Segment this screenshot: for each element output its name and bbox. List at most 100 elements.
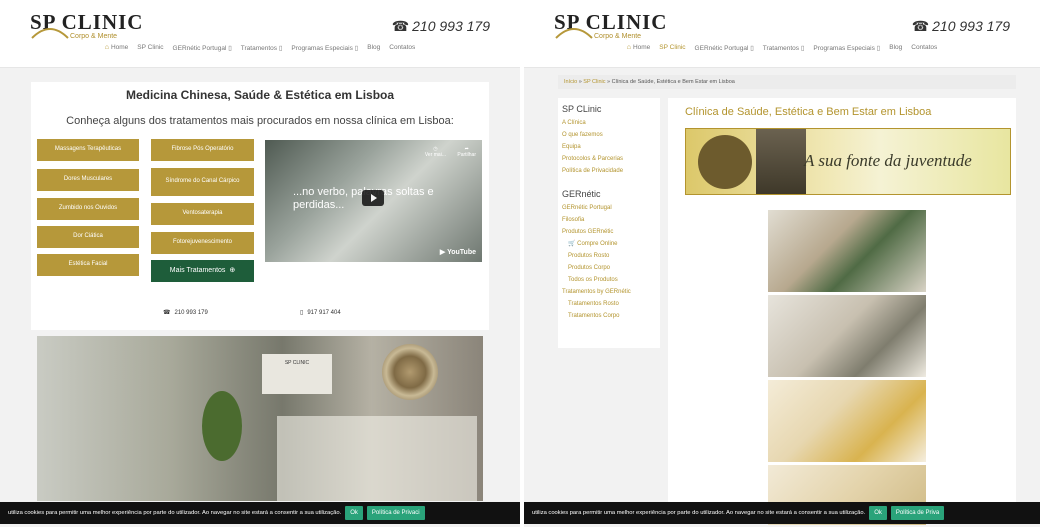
breadcrumb-home[interactable]: Início bbox=[564, 79, 577, 85]
mandala-decoration bbox=[382, 344, 438, 400]
gallery-image[interactable] bbox=[768, 210, 926, 292]
logo[interactable]: SP CLINIC Corpo & Mente bbox=[30, 10, 150, 44]
main-nav: ⌂ Home SP Clinic GERnétic Portugal ▯ Trat… bbox=[0, 44, 520, 52]
share-control[interactable]: ➦ Partilhar bbox=[457, 146, 476, 158]
treatment-button[interactable]: Ventosaterapia bbox=[151, 203, 254, 225]
sidebar-sublink[interactable]: Produtos Corpo bbox=[562, 262, 660, 274]
sidebar-link[interactable]: Equipa bbox=[562, 141, 660, 153]
home-icon: ⌂ bbox=[626, 44, 631, 51]
nav-tratamentos[interactable]: Tratamentos ▯ bbox=[241, 44, 283, 52]
nav-programas[interactable]: Programas Especiais ▯ bbox=[813, 44, 880, 52]
logo-arc-icon bbox=[555, 28, 593, 39]
nav-home-label: Home bbox=[110, 44, 129, 51]
nav-tratamentos-label: Tratamentos bbox=[762, 45, 800, 52]
cookie-bar: utiliza cookies para permitir uma melhor… bbox=[524, 502, 1040, 524]
nav-programas-label: Programas Especiais bbox=[813, 45, 875, 52]
sidebar-link[interactable]: A Clínica bbox=[562, 117, 660, 129]
treatment-button[interactable]: Estética Facial bbox=[37, 254, 139, 276]
treatment-button[interactable]: Síndrome do Canal Cárpico bbox=[151, 168, 254, 196]
privacy-policy-button[interactable]: Política de Privaci bbox=[366, 506, 425, 520]
breadcrumb-current: Clínica de Saúde, Estética e Bem Estar e… bbox=[611, 79, 735, 85]
more-treatments-button[interactable]: Mais Tratamentos ⊕ bbox=[151, 260, 254, 282]
nav-home[interactable]: ⌂ Home bbox=[627, 44, 651, 52]
page-heading: Medicina Chinesa, Saúde & Estética em Li… bbox=[125, 88, 395, 102]
privacy-policy-button[interactable]: Política de Priva bbox=[890, 506, 945, 520]
header-phone-number: 210 993 179 bbox=[412, 18, 490, 34]
page-title: Clínica de Saúde, Estética e Bem Estar e… bbox=[685, 106, 932, 118]
right-browser-panel: SP CLINIC Corpo & Mente ☎ 210 993 179 ⌂ Ho… bbox=[524, 0, 1040, 527]
contact-phone-1[interactable]: ☎ 210 993 179 bbox=[163, 309, 208, 316]
nav-home-label: Home bbox=[632, 44, 651, 51]
logo-subtitle: Corpo & Mente bbox=[70, 33, 118, 40]
sidebar-sublink-shop[interactable]: 🛒 Compre Online bbox=[562, 238, 660, 250]
nav-home[interactable]: ⌂ Home bbox=[105, 44, 129, 52]
cookie-ok-button[interactable]: Ok bbox=[345, 506, 363, 520]
breadcrumb-separator: » bbox=[607, 79, 611, 85]
play-icon[interactable] bbox=[362, 190, 384, 206]
header-phone-number: 210 993 179 bbox=[932, 18, 1010, 34]
treatment-button[interactable]: Massagens Terapêuticas bbox=[37, 139, 139, 161]
banner-slogan: A sua fonte da juventude bbox=[804, 151, 972, 170]
cookie-text: utiliza cookies para permitir uma melhor… bbox=[532, 510, 866, 516]
youtube-logo[interactable]: ▶ YouTube bbox=[440, 248, 476, 256]
youtube-video[interactable]: ...no verbo, palavras soltas e perdidas.… bbox=[265, 140, 482, 262]
sidebar-sublink[interactable]: Tratamentos Rosto bbox=[562, 298, 660, 310]
sidebar-link[interactable]: Protocolos & Parcerias bbox=[562, 153, 660, 165]
sidebar-link[interactable]: Política de Privacidade bbox=[562, 165, 660, 177]
cookie-ok-button[interactable]: Ok bbox=[869, 506, 887, 520]
dropdown-icon: ▯ bbox=[278, 45, 283, 52]
breadcrumb: Início » SP Clinic » Clínica de Saúde, E… bbox=[558, 75, 1016, 89]
contact-phone-2-number: 917 917 404 bbox=[307, 310, 341, 316]
watch-later-label: Ver mai... bbox=[424, 152, 446, 158]
watch-later-control[interactable]: ◷ Ver mai... bbox=[425, 146, 446, 158]
youtube-label: YouTube bbox=[447, 249, 476, 256]
main-nav: ⌂ Home SP Clinic GERnétic Portugal ▯ Trat… bbox=[524, 44, 1040, 52]
header-phone[interactable]: ☎ 210 993 179 bbox=[392, 18, 490, 35]
sidebar-link[interactable]: Produtos GERnétic bbox=[562, 226, 660, 238]
treatment-button[interactable]: Dor Ciática bbox=[37, 226, 139, 248]
photo-sign: SP CLINIC bbox=[262, 354, 332, 394]
nav-tratamentos[interactable]: Tratamentos ▯ bbox=[763, 44, 805, 52]
treatment-button[interactable]: Fotorejuvenescimento bbox=[151, 232, 254, 254]
emblem-icon bbox=[698, 135, 752, 189]
nav-programas[interactable]: Programas Especiais ▯ bbox=[291, 44, 358, 52]
logo[interactable]: SP CLINIC Corpo & Mente bbox=[554, 10, 674, 44]
nav-gernetic-label: GERnétic Portugal bbox=[694, 45, 749, 52]
youth-banner: A sua fonte da juventude bbox=[685, 128, 1011, 195]
plant-decoration bbox=[202, 391, 242, 461]
nav-sp-clinic[interactable]: SP Clinic bbox=[659, 44, 685, 52]
treatment-button[interactable]: Dores Musculares bbox=[37, 169, 139, 191]
nav-tratamentos-label: Tratamentos bbox=[240, 45, 278, 52]
nav-blog[interactable]: Blog bbox=[889, 44, 902, 52]
breadcrumb-section[interactable]: SP Clinic bbox=[583, 79, 605, 85]
sidebar-title-spclinic: SP CLinic bbox=[562, 104, 602, 114]
gallery-image[interactable] bbox=[768, 295, 926, 377]
sidebar-link[interactable]: Tratamentos by GERnétic bbox=[562, 286, 660, 298]
sidebar-link[interactable]: Filosofia bbox=[562, 214, 660, 226]
sidebar-sublink[interactable]: Tratamentos Corpo bbox=[562, 310, 660, 322]
breadcrumb-separator: » bbox=[578, 79, 582, 85]
sidebar-sublink[interactable]: Todos os Produtos bbox=[562, 274, 660, 286]
site-header: SP CLINIC Corpo & Mente ☎ 210 993 179 ⌂ Ho… bbox=[524, 0, 1040, 68]
sidebar-link[interactable]: GERnétic Portugal bbox=[562, 202, 660, 214]
nav-sp-clinic[interactable]: SP Clinic bbox=[137, 44, 163, 52]
sidebar-link[interactable]: O que fazemos bbox=[562, 129, 660, 141]
share-label: Partilhar bbox=[457, 152, 476, 158]
treatment-button[interactable]: Fibrose Pós Operatório bbox=[151, 139, 254, 161]
buddha-image bbox=[756, 129, 806, 194]
clinic-photo: SP CLINIC bbox=[37, 336, 483, 501]
phone-icon: ☎ bbox=[911, 18, 930, 34]
left-browser-panel: SP CLINIC Corpo & Mente ☎ 210 993 179 ⌂ Ho… bbox=[0, 0, 520, 527]
gallery-image[interactable] bbox=[768, 380, 926, 462]
treatment-button[interactable]: Zumbido nos Ouvidos bbox=[37, 198, 139, 220]
nav-gernetic[interactable]: GERnétic Portugal ▯ bbox=[173, 44, 232, 52]
nav-contatos[interactable]: Contatos bbox=[389, 44, 415, 52]
nav-gernetic[interactable]: GERnétic Portugal ▯ bbox=[695, 44, 754, 52]
contact-phone-2[interactable]: ▯ 917 917 404 bbox=[300, 309, 341, 316]
logo-arc-icon bbox=[31, 28, 69, 39]
nav-blog[interactable]: Blog bbox=[367, 44, 380, 52]
contact-phone-1-number: 210 993 179 bbox=[174, 310, 208, 316]
nav-contatos[interactable]: Contatos bbox=[911, 44, 937, 52]
sidebar-sublink[interactable]: Produtos Rosto bbox=[562, 250, 660, 262]
header-phone[interactable]: ☎ 210 993 179 bbox=[912, 18, 1010, 35]
